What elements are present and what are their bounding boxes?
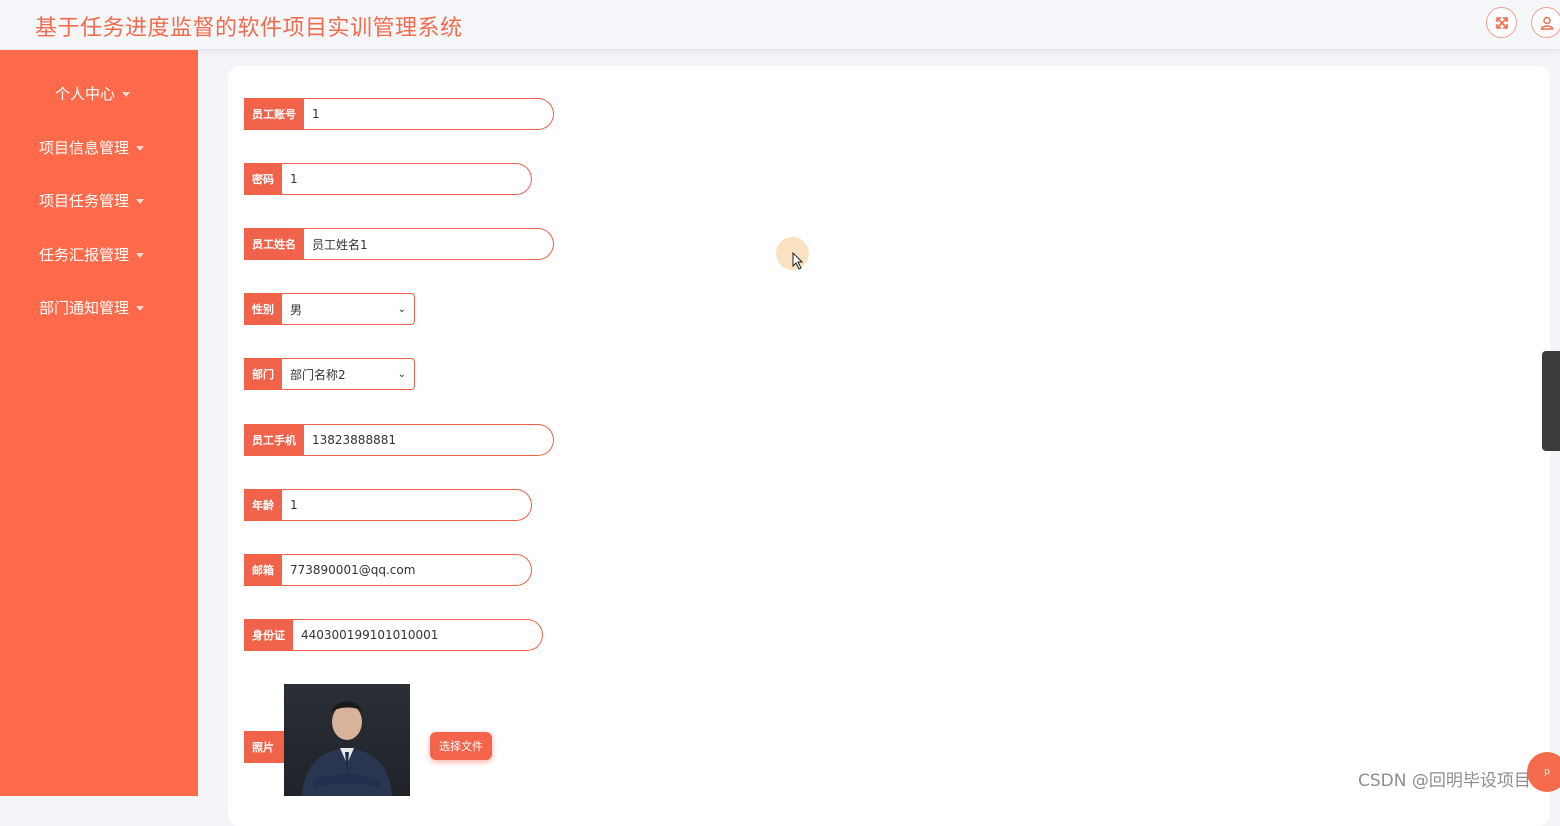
sidebar: 个人中心 项目信息管理 项目任务管理 任务汇报管理 部门通知管理 (0, 50, 198, 796)
top-bar: 基于任务进度监督的软件项目实训管理系统 (0, 0, 1560, 50)
name-field: 员工姓名 (244, 228, 554, 260)
fullscreen-icon[interactable] (1486, 7, 1517, 38)
sidebar-item-personal-center[interactable]: 个人中心 (55, 83, 131, 104)
side-drawer-handle[interactable] (1542, 351, 1560, 451)
caret-down-icon (136, 145, 145, 151)
department-select[interactable]: 部门名称2 ⌄ (282, 358, 415, 390)
idcard-input[interactable] (293, 619, 543, 651)
chevron-down-icon: ⌄ (397, 368, 406, 380)
user-icon[interactable] (1531, 7, 1560, 38)
gender-select[interactable]: 男 ⌄ (282, 293, 415, 325)
account-input[interactable] (304, 98, 554, 130)
sidebar-item-label: 部门通知管理 (39, 299, 130, 317)
phone-input[interactable] (304, 424, 554, 456)
email-label: 邮箱 (244, 554, 282, 586)
caret-down-icon (122, 91, 131, 97)
sidebar-item-task-report[interactable]: 任务汇报管理 (39, 244, 145, 265)
name-label: 员工姓名 (244, 228, 304, 260)
sidebar-item-label: 项目信息管理 (39, 139, 130, 157)
password-input[interactable] (282, 163, 532, 195)
password-label: 密码 (244, 163, 282, 195)
account-label: 员工账号 (244, 98, 304, 130)
sidebar-item-project-info[interactable]: 项目信息管理 (39, 137, 145, 158)
caret-down-icon (136, 252, 145, 258)
department-field: 部门 部门名称2 ⌄ (244, 358, 415, 390)
caret-down-icon (136, 198, 145, 204)
employee-photo (284, 684, 410, 796)
idcard-label: 身份证 (244, 619, 293, 651)
gender-field: 性别 男 ⌄ (244, 293, 415, 325)
idcard-field: 身份证 (244, 619, 543, 651)
age-label: 年龄 (244, 489, 282, 521)
phone-label: 员工手机 (244, 424, 304, 456)
sidebar-item-label: 项目任务管理 (39, 192, 130, 210)
chevron-down-icon: ⌄ (397, 303, 406, 315)
department-label: 部门 (244, 358, 282, 390)
watermark: CSDN @回明毕设项目 (1358, 771, 1531, 791)
sidebar-item-label: 个人中心 (55, 85, 116, 103)
password-field: 密码 (244, 163, 532, 195)
gender-label: 性别 (244, 293, 282, 325)
sidebar-item-department-notice[interactable]: 部门通知管理 (39, 297, 145, 318)
email-input[interactable] (282, 554, 532, 586)
name-input[interactable] (304, 228, 554, 260)
phone-field: 员工手机 (244, 424, 554, 456)
mouse-cursor-icon (792, 252, 804, 270)
sidebar-item-project-task[interactable]: 项目任务管理 (39, 190, 145, 211)
email-field: 邮箱 (244, 554, 532, 586)
photo-label: 照片 (244, 731, 284, 763)
floating-action-button[interactable]: p (1527, 752, 1560, 792)
sidebar-item-label: 任务汇报管理 (39, 246, 130, 264)
account-field: 员工账号 (244, 98, 554, 130)
department-value: 部门名称2 (290, 367, 346, 382)
choose-file-button[interactable]: 选择文件 (430, 732, 492, 760)
caret-down-icon (136, 305, 145, 311)
gender-value: 男 (290, 302, 303, 317)
app-title: 基于任务进度监督的软件项目实训管理系统 (35, 16, 463, 41)
age-field: 年龄 (244, 489, 532, 521)
age-input[interactable] (282, 489, 532, 521)
